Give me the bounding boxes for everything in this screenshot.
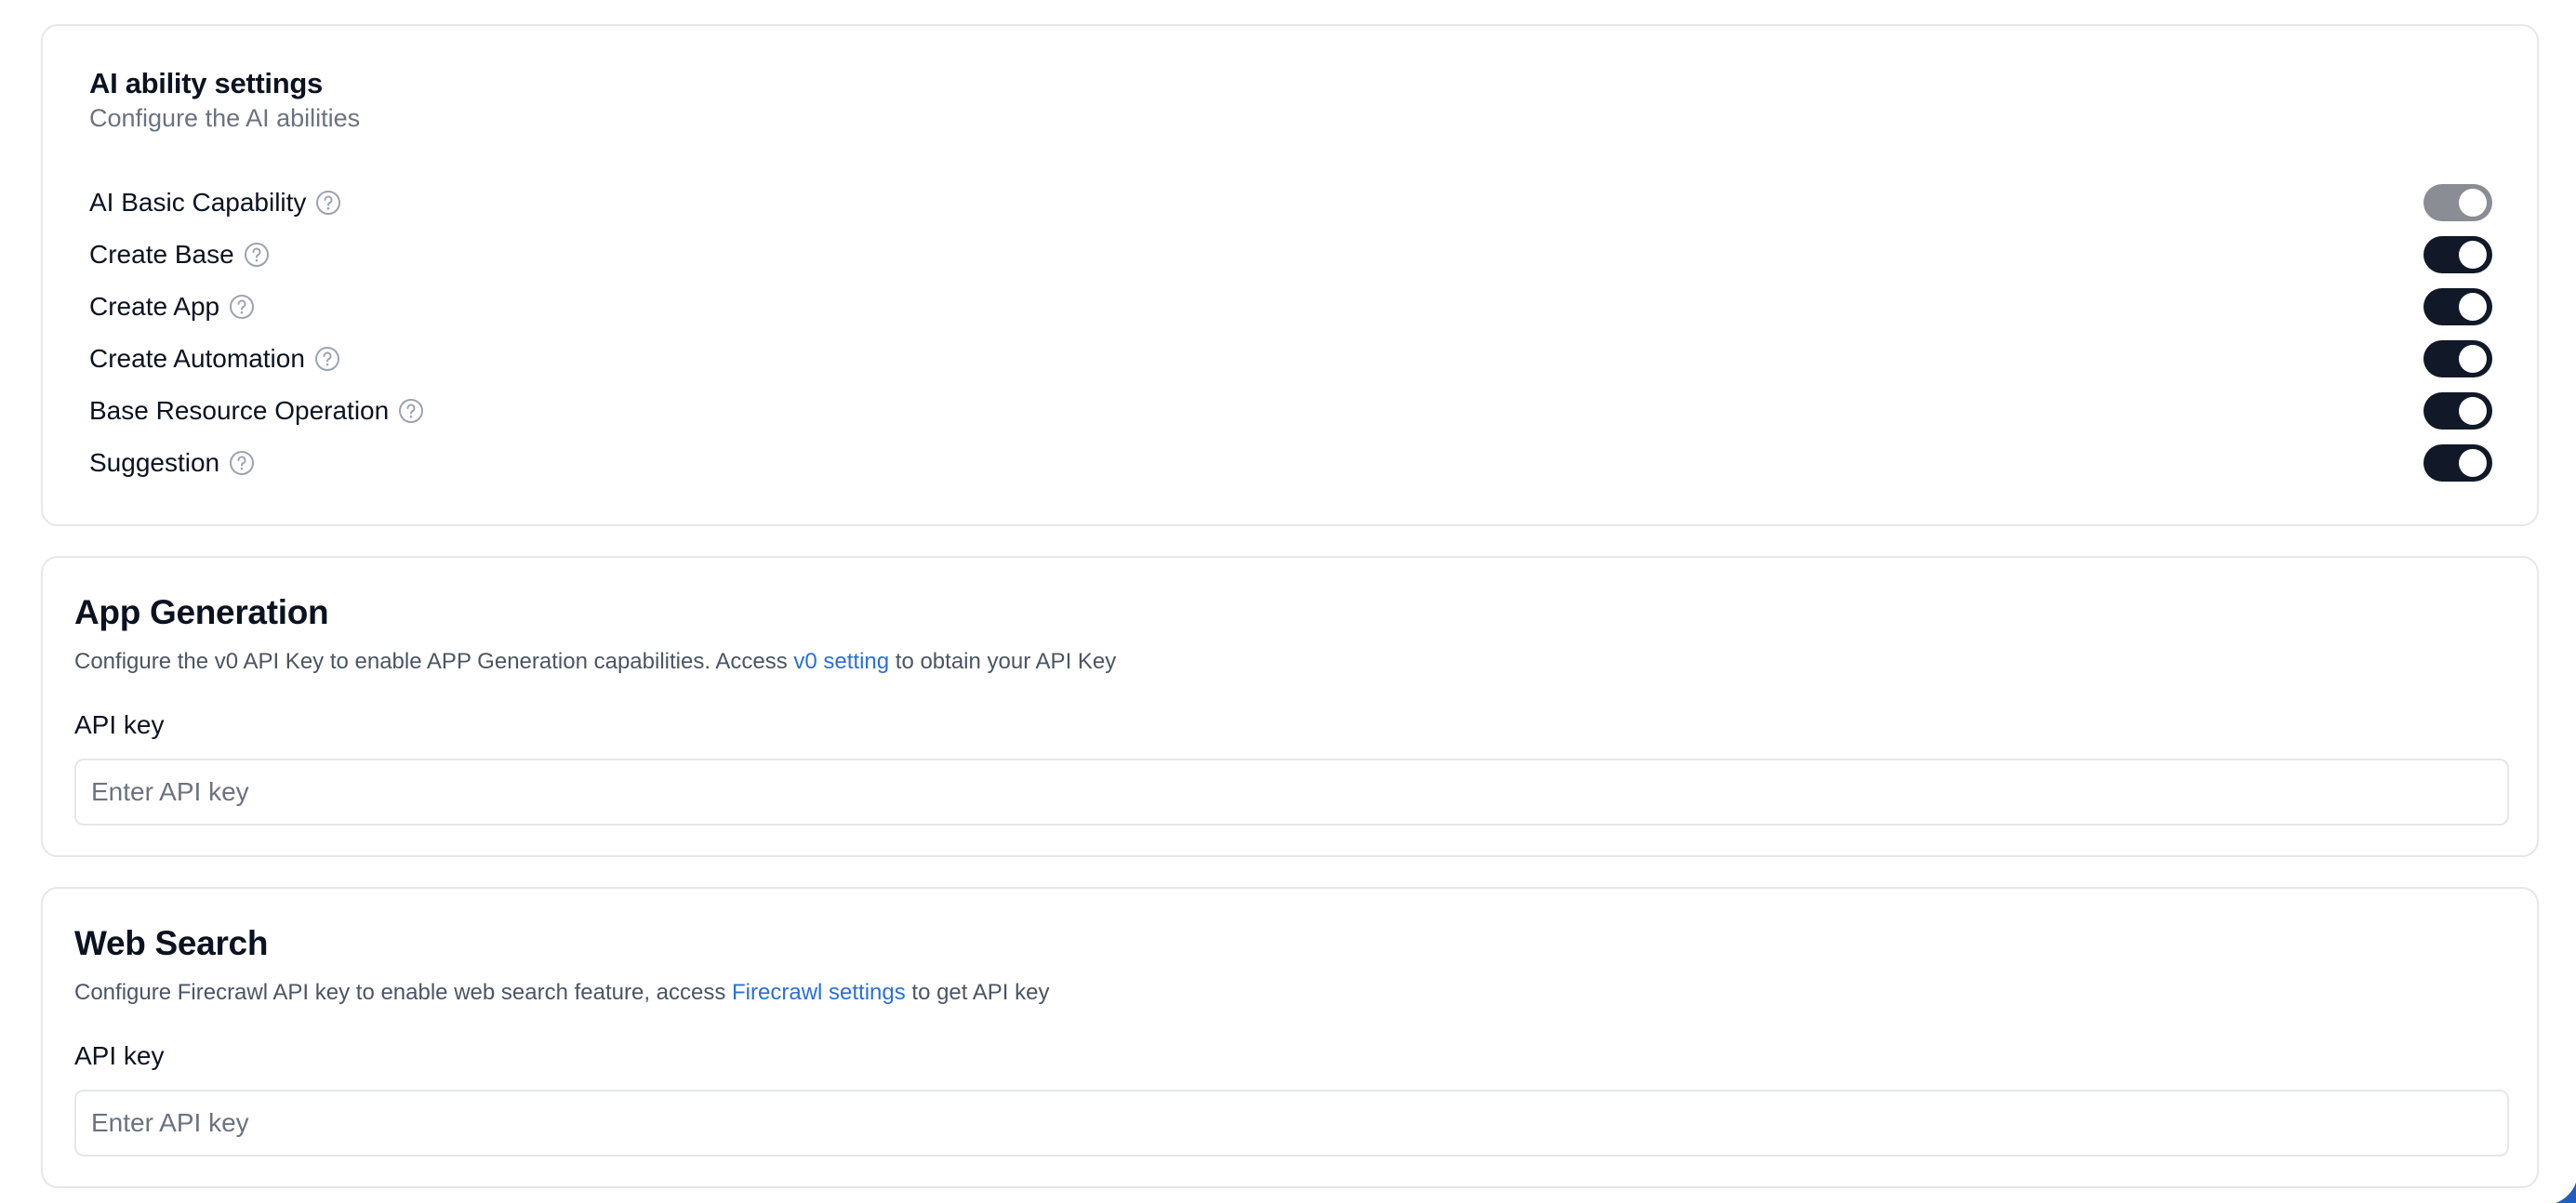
- toggle-knob: [2459, 449, 2487, 477]
- setting-row-create-base: Create Base: [89, 234, 2492, 275]
- firecrawl-settings-link[interactable]: Firecrawl settings: [732, 980, 906, 1005]
- toggle-knob: [2459, 189, 2487, 217]
- create-base-toggle[interactable]: [2423, 236, 2492, 273]
- firecrawl-api-key-input[interactable]: [74, 1090, 2509, 1157]
- create-app-toggle[interactable]: [2423, 288, 2492, 325]
- app-generation-description: Configure the v0 API Key to enable APP G…: [74, 649, 1116, 675]
- setting-label: Create App: [89, 292, 220, 321]
- description-text: Configure the v0 API Key to enable APP G…: [74, 649, 794, 674]
- toggle-knob: [2459, 293, 2487, 321]
- description-text: to obtain your API Key: [889, 649, 1117, 674]
- settings-page: AI ability settings Configure the AI abi…: [0, 0, 2576, 1203]
- setting-label: Create Base: [89, 240, 234, 269]
- app-generation-card: App Generation Configure the v0 API Key …: [41, 556, 2539, 857]
- description-text: to get API key: [905, 980, 1050, 1005]
- app-generation-title: App Generation: [74, 593, 329, 631]
- web-search-title: Web Search: [74, 924, 269, 962]
- corner-accent: [2556, 1183, 2576, 1203]
- setting-row-base-resource-operation: Base Resource Operation: [89, 390, 2492, 431]
- toggle-knob: [2459, 397, 2487, 425]
- description-text: Configure Firecrawl API key to enable we…: [74, 980, 733, 1005]
- api-key-label: API key: [74, 710, 165, 739]
- setting-label: Create Automation: [89, 344, 305, 373]
- ai-basic-capability-toggle[interactable]: [2423, 184, 2492, 221]
- help-icon[interactable]: [229, 294, 255, 320]
- help-icon[interactable]: [314, 346, 340, 372]
- ai-ability-settings-card: AI ability settings Configure the AI abi…: [41, 24, 2539, 526]
- setting-label: Suggestion: [89, 448, 220, 477]
- api-key-label: API key: [74, 1041, 165, 1070]
- suggestion-toggle[interactable]: [2423, 444, 2492, 482]
- toggle-knob: [2459, 241, 2487, 269]
- setting-row-create-automation: Create Automation: [89, 338, 2492, 379]
- setting-row-suggestion: Suggestion: [89, 443, 2492, 483]
- ai-settings-subtitle: Configure the AI abilities: [89, 104, 361, 132]
- web-search-description: Configure Firecrawl API key to enable we…: [74, 980, 1050, 1006]
- web-search-card: Web Search Configure Firecrawl API key t…: [41, 887, 2539, 1188]
- help-icon[interactable]: [244, 242, 270, 268]
- create-automation-toggle[interactable]: [2423, 340, 2492, 377]
- v0-api-key-input[interactable]: [74, 759, 2509, 826]
- setting-row-ai-basic-capability: AI Basic Capability: [89, 182, 2492, 223]
- help-icon[interactable]: [398, 398, 424, 424]
- setting-label: AI Basic Capability: [89, 188, 307, 217]
- help-icon[interactable]: [315, 190, 341, 216]
- help-icon[interactable]: [229, 450, 255, 476]
- setting-label: Base Resource Operation: [89, 396, 390, 425]
- v0-setting-link[interactable]: v0 setting: [793, 649, 889, 674]
- ai-settings-title: AI ability settings: [89, 67, 323, 99]
- toggle-knob: [2459, 345, 2487, 373]
- setting-row-create-app: Create App: [89, 286, 2492, 327]
- base-resource-operation-toggle[interactable]: [2423, 392, 2492, 430]
